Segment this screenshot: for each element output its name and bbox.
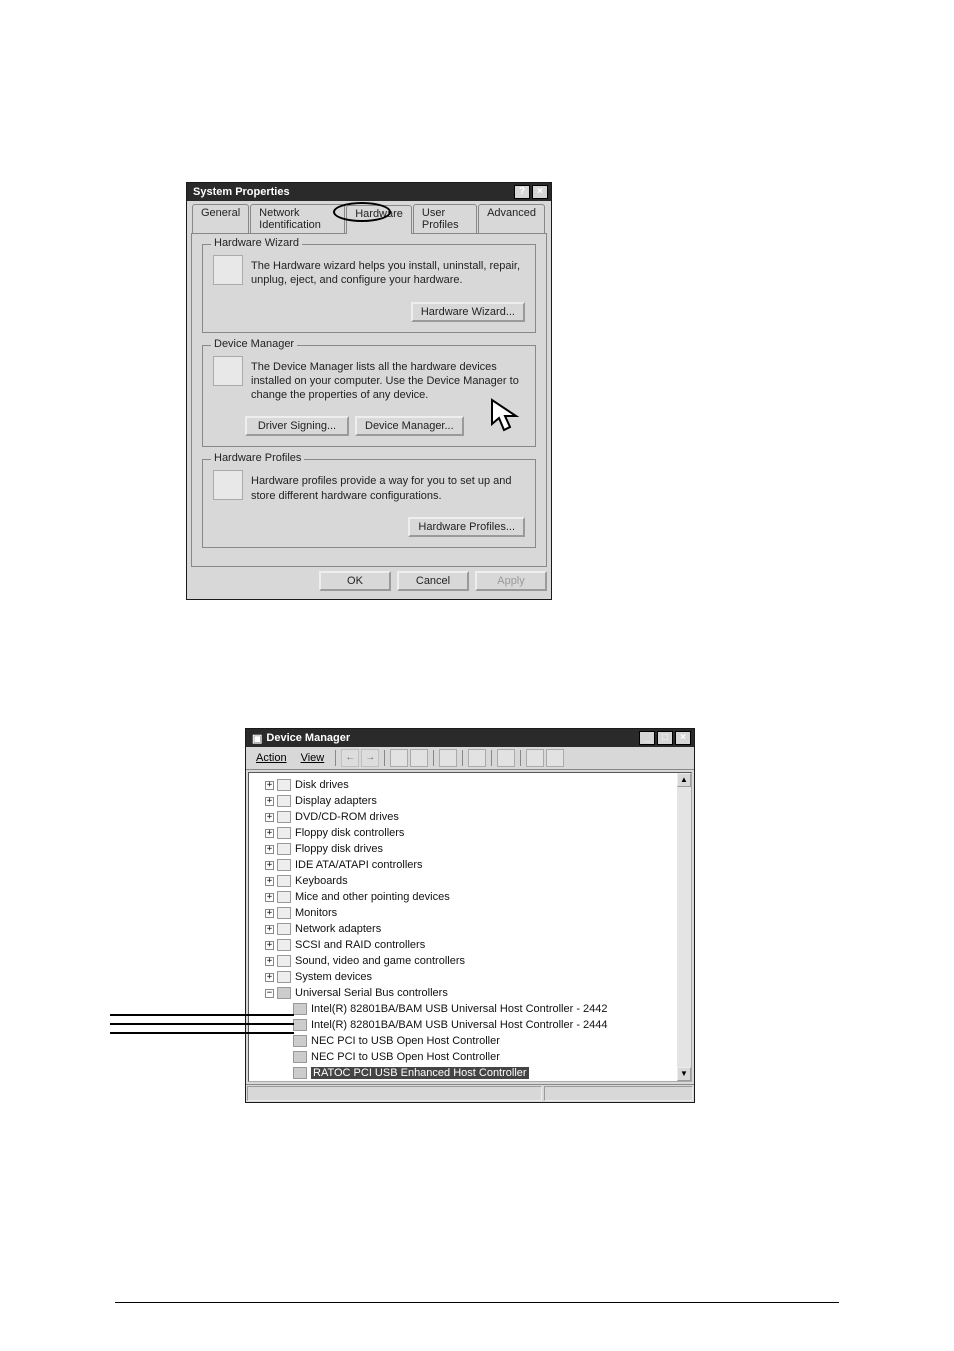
toolbar-icon[interactable]: [390, 749, 408, 767]
floppy-icon: [277, 843, 291, 855]
tree-panel: +Disk drives +Display adapters +DVD/CD-R…: [248, 772, 692, 1082]
mouse-icon: [277, 891, 291, 903]
maximize-icon[interactable]: □: [657, 731, 673, 745]
app-icon: ▣: [252, 732, 262, 745]
sound-icon: [277, 955, 291, 967]
usb-icon: [293, 1019, 307, 1031]
tree-node-network[interactable]: +Network adapters: [265, 921, 675, 937]
hardware-profiles-text: Hardware profiles provide a way for you …: [251, 474, 525, 503]
status-pane: [247, 1086, 542, 1101]
group-device-manager: Device Manager The Device Manager lists …: [202, 345, 536, 448]
toolbar-icon[interactable]: [546, 749, 564, 767]
tab-general[interactable]: General: [192, 204, 249, 233]
status-pane: [544, 1086, 693, 1101]
tree-node-display-adapters[interactable]: +Display adapters: [265, 793, 675, 809]
floppy-ctrl-icon: [277, 827, 291, 839]
dialog-buttons: OK Cancel Apply: [187, 571, 551, 599]
tab-user-profiles[interactable]: User Profiles: [413, 204, 477, 233]
display-icon: [277, 795, 291, 807]
group-hardware-profiles: Hardware Profiles Hardware profiles prov…: [202, 459, 536, 548]
toolbar-icon[interactable]: [468, 749, 486, 767]
tree-node-disk-drives[interactable]: +Disk drives: [265, 777, 675, 793]
toolbar-icon[interactable]: [410, 749, 428, 767]
hardware-tabpane: Hardware Wizard The Hardware wizard help…: [191, 233, 547, 567]
cancel-button[interactable]: Cancel: [397, 571, 469, 591]
cdrom-icon: [277, 811, 291, 823]
device-manager-window: ▣ Device Manager _ □ × Action View ← → +…: [245, 728, 695, 1103]
titlebar[interactable]: System Properties ? ×: [187, 183, 551, 201]
tree-node-floppy-controllers[interactable]: +Floppy disk controllers: [265, 825, 675, 841]
status-bar: [246, 1084, 694, 1102]
tree-node-dvdcdrom[interactable]: +DVD/CD-ROM drives: [265, 809, 675, 825]
menu-action[interactable]: Action: [250, 751, 293, 765]
system-icon: [277, 971, 291, 983]
usb-icon: [293, 1003, 307, 1015]
apply-button[interactable]: Apply: [475, 571, 547, 591]
toolbar-icon[interactable]: [526, 749, 544, 767]
tree-node-usb[interactable]: −Universal Serial Bus controllers: [265, 985, 675, 1001]
tree-node-usb-intel2444[interactable]: Intel(R) 82801BA/BAM USB Universal Host …: [281, 1017, 675, 1033]
tabstrip: General Network Identification Hardware …: [187, 201, 551, 233]
help-icon[interactable]: ?: [514, 185, 530, 199]
ide-icon: [277, 859, 291, 871]
vertical-scrollbar[interactable]: ▲ ▼: [677, 773, 691, 1081]
system-properties-dialog: System Properties ? × General Network Id…: [186, 182, 552, 600]
usb-icon: [293, 1035, 307, 1047]
device-tree[interactable]: +Disk drives +Display adapters +DVD/CD-R…: [249, 773, 677, 1081]
hardware-wizard-button[interactable]: Hardware Wizard...: [411, 302, 525, 322]
usb-icon: [293, 1067, 307, 1079]
page-footer-rule: [115, 1302, 839, 1303]
forward-icon[interactable]: →: [361, 749, 379, 767]
device-manager-icon: [213, 356, 243, 386]
minimize-icon[interactable]: _: [639, 731, 655, 745]
network-icon: [277, 923, 291, 935]
hardware-wizard-text: The Hardware wizard helps you install, u…: [251, 259, 525, 288]
group-legend: Hardware Profiles: [211, 452, 304, 464]
scroll-down-icon[interactable]: ▼: [677, 1067, 691, 1081]
keyboard-icon: [277, 875, 291, 887]
tree-node-usb-intel2442[interactable]: Intel(R) 82801BA/BAM USB Universal Host …: [281, 1001, 675, 1017]
group-hardware-wizard: Hardware Wizard The Hardware wizard help…: [202, 244, 536, 333]
titlebar[interactable]: ▣ Device Manager _ □ ×: [246, 729, 694, 747]
tab-advanced[interactable]: Advanced: [478, 204, 545, 233]
tree-node-keyboards[interactable]: +Keyboards: [265, 873, 675, 889]
scroll-track[interactable]: [677, 787, 691, 1067]
tree-node-sound[interactable]: +Sound, video and game controllers: [265, 953, 675, 969]
device-manager-text: The Device Manager lists all the hardwar…: [251, 360, 525, 403]
tab-network-identification[interactable]: Network Identification: [250, 204, 345, 233]
hardware-profiles-icon: [213, 470, 243, 500]
scroll-up-icon[interactable]: ▲: [677, 773, 691, 787]
titlebar-text: System Properties: [193, 186, 290, 198]
hardware-wizard-icon: [213, 255, 243, 285]
tree-node-floppy-drives[interactable]: +Floppy disk drives: [265, 841, 675, 857]
hardware-profiles-button[interactable]: Hardware Profiles...: [408, 517, 525, 537]
tree-node-usb-nec1[interactable]: NEC PCI to USB Open Host Controller: [281, 1033, 675, 1049]
usb-icon: [277, 987, 291, 999]
scsi-icon: [277, 939, 291, 951]
tree-node-usb-nec2[interactable]: NEC PCI to USB Open Host Controller: [281, 1049, 675, 1065]
titlebar-text: Device Manager: [266, 732, 350, 744]
close-icon[interactable]: ×: [675, 731, 691, 745]
tree-node-monitors[interactable]: +Monitors: [265, 905, 675, 921]
menu-view[interactable]: View: [295, 751, 331, 765]
close-icon[interactable]: ×: [532, 185, 548, 199]
disk-icon: [277, 779, 291, 791]
back-icon[interactable]: ←: [341, 749, 359, 767]
usb-icon: [293, 1051, 307, 1063]
ok-button[interactable]: OK: [319, 571, 391, 591]
tree-node-mice[interactable]: +Mice and other pointing devices: [265, 889, 675, 905]
tree-node-scsi[interactable]: +SCSI and RAID controllers: [265, 937, 675, 953]
group-legend: Device Manager: [211, 338, 297, 350]
tree-node-system[interactable]: +System devices: [265, 969, 675, 985]
driver-signing-button[interactable]: Driver Signing...: [245, 416, 349, 436]
tab-hardware[interactable]: Hardware: [346, 205, 412, 234]
toolbar: Action View ← →: [246, 747, 694, 770]
device-manager-button[interactable]: Device Manager...: [355, 416, 464, 436]
monitor-icon: [277, 907, 291, 919]
tree-node-ide[interactable]: +IDE ATA/ATAPI controllers: [265, 857, 675, 873]
group-legend: Hardware Wizard: [211, 237, 302, 249]
tree-node-usb-ratoc[interactable]: RATOC PCI USB Enhanced Host Controller: [281, 1065, 675, 1081]
toolbar-icon[interactable]: [497, 749, 515, 767]
properties-icon[interactable]: [439, 749, 457, 767]
